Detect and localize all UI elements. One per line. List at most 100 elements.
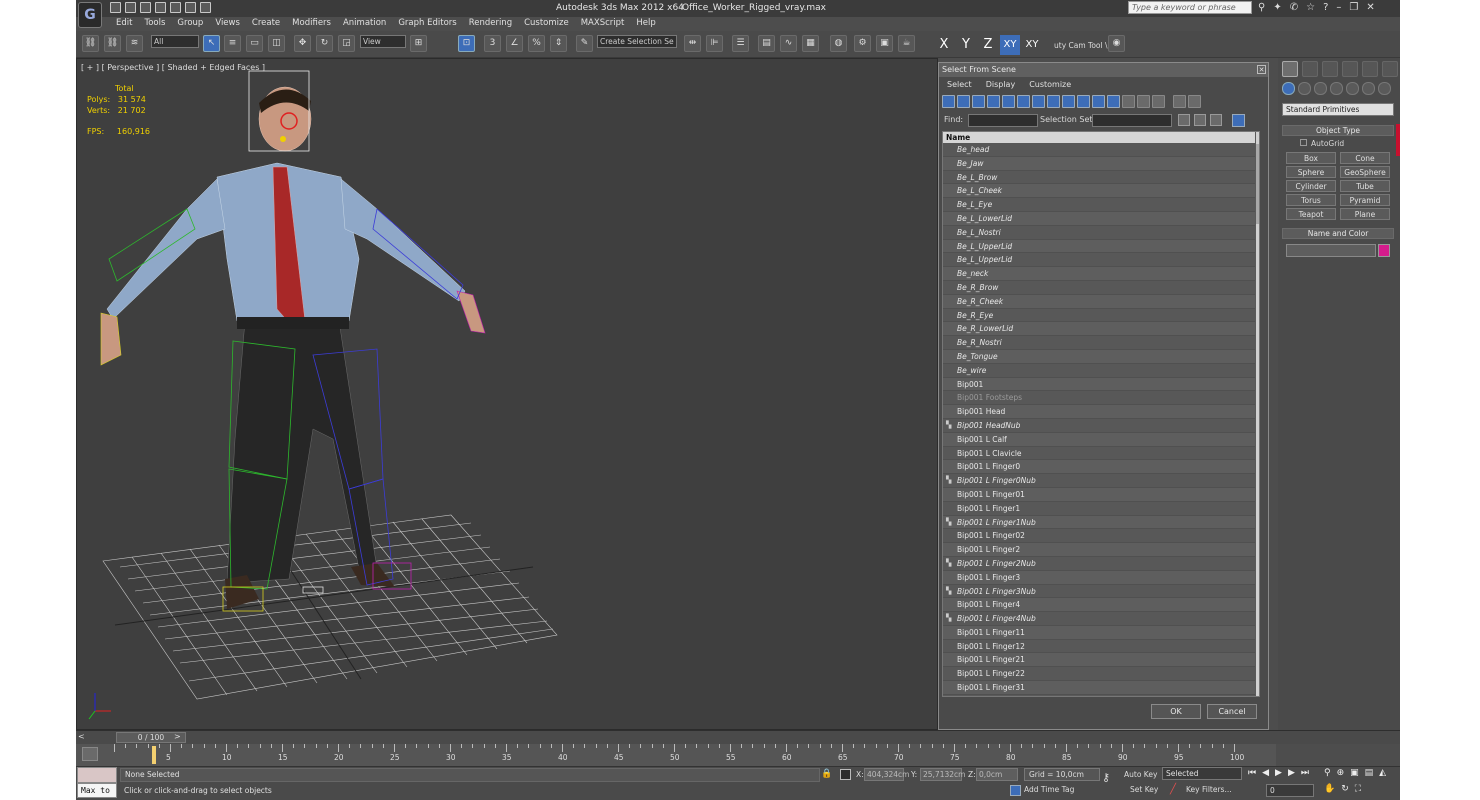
- menu-animation[interactable]: Animation: [337, 17, 392, 31]
- perspective-viewport[interactable]: [ + ] [ Perspective ] [ Shaded + Edged F…: [76, 58, 938, 730]
- menu-rendering[interactable]: Rendering: [463, 17, 518, 31]
- sphere-button[interactable]: Sphere: [1286, 166, 1336, 178]
- dialog-close-icon[interactable]: ✕: [1257, 65, 1266, 74]
- object-row[interactable]: Bip001 L Finger01: [943, 487, 1255, 502]
- set-key-button[interactable]: Set Key: [1130, 785, 1158, 794]
- find-input[interactable]: [968, 114, 1038, 127]
- absolute-mode-icon[interactable]: [840, 769, 851, 780]
- torus-button[interactable]: Torus: [1286, 194, 1336, 206]
- display-xrefs-icon[interactable]: [1047, 95, 1060, 108]
- key-filter-pen-icon[interactable]: ╱: [1170, 784, 1176, 795]
- open-file-icon[interactable]: [125, 2, 136, 13]
- zoom-extents-all-icon[interactable]: ▤: [1365, 768, 1374, 778]
- cancel-button[interactable]: Cancel: [1207, 704, 1257, 719]
- auto-key-button[interactable]: Auto Key: [1124, 770, 1157, 779]
- scrollbar-thumb[interactable]: [1256, 144, 1259, 224]
- axis-constraint-xy-cycle[interactable]: XY: [1022, 35, 1042, 55]
- angle-snap-icon[interactable]: ∠: [506, 35, 523, 52]
- object-row[interactable]: Bip001 L Finger3: [943, 570, 1255, 585]
- cylinder-button[interactable]: Cylinder: [1286, 180, 1336, 192]
- key-filters-button[interactable]: Key Filters...: [1186, 785, 1232, 794]
- object-row[interactable]: Be_L_Brow: [943, 170, 1255, 185]
- autogrid-checkbox[interactable]: AutoGrid: [1300, 139, 1344, 148]
- sync-selection-icon[interactable]: [1232, 114, 1245, 127]
- object-row[interactable]: Be_R_Cheek: [943, 294, 1255, 309]
- object-row[interactable]: Be_neck: [943, 267, 1255, 281]
- key-selection-dropdown[interactable]: Selected: [1162, 767, 1242, 780]
- viewport-label[interactable]: [ + ] [ Perspective ] [ Shaded + Edged F…: [81, 63, 265, 72]
- render-production-icon[interactable]: ☕: [898, 35, 915, 52]
- display-shapes-icon[interactable]: [957, 95, 970, 108]
- play-icon[interactable]: ▶: [1275, 768, 1282, 778]
- go-to-start-icon[interactable]: ⏮: [1248, 768, 1256, 778]
- list-scrollbar[interactable]: [1256, 132, 1259, 696]
- cameras-category-icon[interactable]: [1330, 82, 1343, 95]
- menu-maxscript[interactable]: MAXScript: [575, 17, 631, 31]
- named-selection-set-dropdown[interactable]: Create Selection Se: [597, 35, 677, 48]
- zoom-icon[interactable]: ⚲: [1324, 768, 1331, 778]
- menu-modifiers[interactable]: Modifiers: [286, 17, 337, 31]
- menu-customize[interactable]: Customize: [518, 17, 575, 31]
- object-row[interactable]: Be_L_Eye: [943, 198, 1255, 212]
- rendered-frame-icon[interactable]: ▣: [876, 35, 893, 52]
- mini-curve-editor-icon[interactable]: [82, 747, 98, 761]
- object-row[interactable]: ▚ Bip001 L Finger2Nub: [943, 556, 1255, 571]
- object-row[interactable]: Bip001 Head: [943, 405, 1255, 419]
- menu-group[interactable]: Group: [171, 17, 209, 31]
- display-tab-icon[interactable]: [1362, 61, 1378, 77]
- link-icon[interactable]: ⛓: [82, 35, 99, 52]
- reference-coordinate-dropdown[interactable]: View: [360, 35, 406, 48]
- select-manipulate-icon[interactable]: ⊡: [458, 35, 475, 52]
- selection-filter-dropdown[interactable]: All: [151, 35, 199, 48]
- select-none-icon[interactable]: [1194, 114, 1206, 126]
- hierarchy-tab-icon[interactable]: [1322, 61, 1338, 77]
- bind-spacewarp-icon[interactable]: ≋: [126, 35, 143, 52]
- help-icon[interactable]: ?: [1323, 2, 1328, 13]
- favorites-star-icon[interactable]: ☆: [1306, 2, 1315, 13]
- redo-icon[interactable]: [170, 2, 181, 13]
- material-editor-icon[interactable]: ◍: [830, 35, 847, 52]
- display-containers-icon[interactable]: [1077, 95, 1090, 108]
- menu-help[interactable]: Help: [630, 17, 661, 31]
- go-to-end-icon[interactable]: ⏭: [1301, 768, 1309, 778]
- select-by-name-icon[interactable]: ≡: [224, 35, 241, 52]
- display-cameras-icon[interactable]: [987, 95, 1000, 108]
- hold-icon[interactable]: [185, 2, 196, 13]
- communication-icon[interactable]: ✆: [1290, 2, 1298, 13]
- x-coordinate-field[interactable]: 404,324cm: [864, 768, 909, 781]
- display-helpers-icon[interactable]: [1002, 95, 1015, 108]
- binoculars-icon[interactable]: ⚲: [1258, 2, 1265, 13]
- axis-constraint-x[interactable]: X: [934, 35, 954, 55]
- menu-graph-editors[interactable]: Graph Editors: [392, 17, 462, 31]
- display-spacewarps-icon[interactable]: [1017, 95, 1030, 108]
- display-invert-icon[interactable]: [1152, 95, 1165, 108]
- name-and-color-rollout[interactable]: Name and Color: [1282, 228, 1394, 239]
- display-hidden-icon[interactable]: [1107, 95, 1120, 108]
- modify-tab-icon[interactable]: [1302, 61, 1318, 77]
- align-icon[interactable]: ⊫: [706, 35, 723, 52]
- menu-create[interactable]: Create: [246, 17, 286, 31]
- object-row[interactable]: Bip001 L Finger12: [943, 639, 1255, 654]
- selection-set-dropdown[interactable]: [1092, 114, 1172, 127]
- geometry-category-icon[interactable]: [1282, 82, 1295, 95]
- object-row[interactable]: ▚ Bip001 L Finger4Nub: [943, 612, 1255, 626]
- region-select-icon[interactable]: ▭: [246, 35, 263, 52]
- scale-icon[interactable]: ◲: [338, 35, 355, 52]
- pyramid-button[interactable]: Pyramid: [1340, 194, 1390, 206]
- object-row[interactable]: Be_L_Cheek: [943, 184, 1255, 199]
- select-invert-icon[interactable]: [1210, 114, 1222, 126]
- graphite-ribbon-icon[interactable]: ▤: [758, 35, 775, 52]
- object-row[interactable]: Be_head: [943, 143, 1255, 157]
- menu-edit[interactable]: Edit: [110, 17, 138, 31]
- motion-tab-icon[interactable]: [1342, 61, 1358, 77]
- select-object-icon[interactable]: ↖: [203, 35, 220, 52]
- move-icon[interactable]: ✥: [294, 35, 311, 52]
- zoom-all-icon[interactable]: ⊕: [1337, 768, 1345, 778]
- shapes-category-icon[interactable]: [1298, 82, 1311, 95]
- dialog-menu-select[interactable]: Select: [947, 80, 972, 89]
- object-row[interactable]: Be_L_UpperLid: [943, 239, 1255, 254]
- utilities-tab-icon[interactable]: [1382, 61, 1398, 77]
- display-groups-icon[interactable]: [1032, 95, 1045, 108]
- column-header-name[interactable]: Name: [943, 132, 1255, 143]
- create-tab-icon[interactable]: [1282, 61, 1298, 77]
